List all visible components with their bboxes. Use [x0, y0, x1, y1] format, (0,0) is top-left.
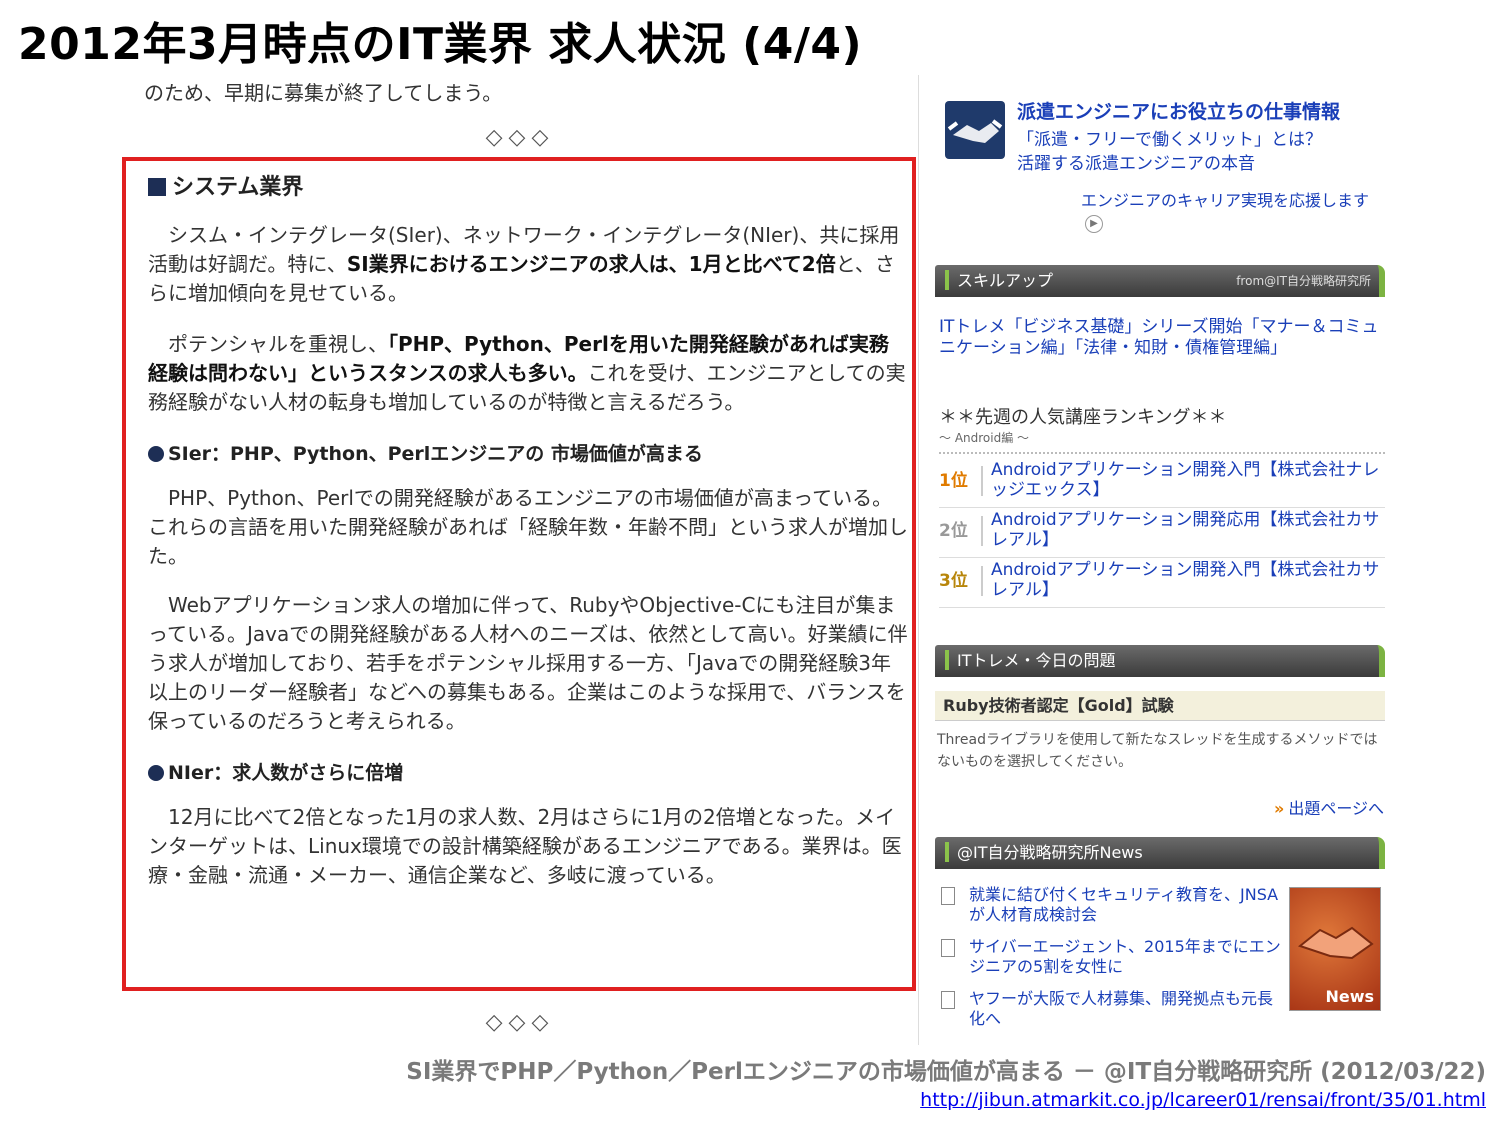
news-item[interactable]: ヤフーが大阪で人材募集、開発拠点も元長化へ	[941, 989, 1281, 1029]
p2-text-a: ポテンシャルを重視し、	[168, 332, 388, 356]
quiz-title: ITトレメ・今日の問題	[957, 651, 1116, 670]
quiz-link[interactable]: » 出題ページへ	[1274, 795, 1384, 819]
section-heading: システム業界	[148, 171, 908, 211]
paragraph-5: 12月に比べて2倍となった1月の求人数、2月はさらに1月の2倍増となった。メイン…	[148, 805, 902, 887]
promo-link-1[interactable]: 「派遣・フリーで働くメリット」とは？	[1017, 125, 1322, 150]
subheading-sier: SIer：PHP、Python、Perlエンジニアの 市場価値が高まる	[148, 439, 908, 466]
section-title: システム業界	[172, 175, 304, 200]
double-chevron-icon: »	[1273, 799, 1285, 818]
news-link[interactable]: 就業に結び付くセキュリティ教育を、JNSAが人材育成検討会	[969, 885, 1278, 924]
ranking-title: ＊＊先週の人気講座ランキング＊＊	[939, 407, 1227, 428]
quiz-link-text: 出題ページへ	[1288, 799, 1384, 818]
document-icon	[941, 939, 955, 957]
slide-title: 2012年3月時点のIT業界 求人状況 (4/4)	[18, 19, 863, 70]
p1-bold: SI業界におけるエンジニアの求人は、1月と比べて2倍	[346, 252, 836, 276]
quiz-text: Threadライブラリを使用して新たなスレッドを生成するメソッドではないものを選…	[937, 732, 1378, 770]
news-header: @IT自分戦略研究所News	[935, 837, 1385, 869]
skillup-header: スキルアップ from@IT自分戦略研究所	[935, 265, 1385, 297]
news-handshake-image: News	[1289, 887, 1381, 1011]
circle-bullet-icon	[148, 446, 164, 462]
ranking-header: ＊＊先週の人気講座ランキング＊＊ ～ Android編 ～	[939, 403, 1385, 454]
circle-bullet-icon	[148, 765, 164, 781]
rank-position: 2位	[939, 516, 983, 546]
document-icon	[941, 991, 955, 1009]
skillup-title: スキルアップ	[957, 271, 1054, 290]
sidebar: 派遣エンジニアにお役立ちの仕事情報 「派遣・フリーで働くメリット」とは？ 活躍す…	[918, 75, 1388, 1045]
paragraph-4: Webアプリケーション求人の増加に伴って、RubyやObjective-Cにも注…	[148, 593, 908, 733]
ranking-item[interactable]: 3位 Androidアプリケーション開発入門【株式会社カサレアル】	[939, 560, 1385, 608]
lead-line: のため、早期に募集が終了してしまう。	[144, 81, 503, 105]
handshake-icon	[945, 101, 1005, 159]
quiz-header: ITトレメ・今日の問題	[935, 645, 1385, 677]
subheading-nier-text: NIer：求人数がさらに倍増	[168, 762, 404, 784]
ranking-item[interactable]: 2位 Androidアプリケーション開発応用【株式会社カサレアル】	[939, 510, 1385, 558]
skillup-source: from@IT自分戦略研究所	[1236, 274, 1371, 288]
paragraph-3: PHP、Python、Perlでの開発経験があるエンジニアの市場価値が高まってい…	[148, 486, 908, 568]
news-link[interactable]: ヤフーが大阪で人材募集、開発拠点も元長化へ	[969, 989, 1273, 1028]
source-url-link[interactable]: http://jibun.atmarkit.co.jp/lcareer01/re…	[920, 1089, 1486, 1111]
subheading-sier-text: SIer：PHP、Python、Perlエンジニアの 市場価値が高まる	[168, 443, 703, 465]
news-item[interactable]: サイバーエージェント、2015年までにエンジニアの5割を女性に	[941, 937, 1281, 977]
news-image-label: News	[1325, 987, 1374, 1006]
rank-link[interactable]: Androidアプリケーション開発応用【株式会社カサレアル】	[991, 510, 1381, 550]
paragraph-2: ポテンシャルを重視し、「PHP、Python、Perlを用いた開発経験があれば実…	[148, 330, 908, 417]
ranking-subtitle: ～ Android編 ～	[939, 431, 1030, 445]
promo-more-link[interactable]: エンジニアのキャリア実現を応援します ▶	[1081, 187, 1385, 233]
promo-title[interactable]: 派遣エンジニアにお役立ちの仕事情報	[1017, 97, 1340, 124]
separator-top: ◇◇◇	[485, 125, 555, 150]
promo-link-2[interactable]: 活躍する派遣エンジニアの本音	[1017, 149, 1255, 174]
skillup-link[interactable]: ITトレメ「ビジネス基礎」シリーズ開始「マナー＆コミュニケーション編」「法律・知…	[939, 317, 1379, 359]
rank-link[interactable]: Androidアプリケーション開発入門【株式会社カサレアル】	[991, 560, 1381, 600]
separator-bottom: ◇◇◇	[485, 1010, 555, 1035]
arrow-right-icon: ▶	[1085, 215, 1103, 233]
news-title: @IT自分戦略研究所News	[957, 843, 1143, 862]
promo-more-text: エンジニアのキャリア実現を応援します	[1081, 191, 1370, 210]
square-bullet-icon	[148, 178, 166, 196]
article-screenshot: のため、早期に募集が終了してしまう。 ◇◇◇ システム業界 シスム・インテグレー…	[120, 75, 920, 1045]
subheading-nier: NIer：求人数がさらに倍増	[148, 758, 908, 785]
rank-position: 1位	[939, 466, 983, 496]
document-icon	[941, 887, 955, 905]
highlight-content: システム業界 シスム・インテグレータ(SIer)、ネットワーク・インテグレータ(…	[148, 171, 908, 890]
rank-link[interactable]: Androidアプリケーション開発入門【株式会社ナレッジエックス】	[991, 460, 1381, 500]
handshake-icon	[1297, 926, 1374, 960]
highlight-box: システム業界 シスム・インテグレータ(SIer)、ネットワーク・インテグレータ(…	[122, 157, 916, 991]
news-link[interactable]: サイバーエージェント、2015年までにエンジニアの5割を女性に	[969, 937, 1281, 976]
rank-position: 3位	[939, 566, 983, 596]
ranking-item[interactable]: 1位 Androidアプリケーション開発入門【株式会社ナレッジエックス】	[939, 460, 1385, 508]
news-item[interactable]: 就業に結び付くセキュリティ教育を、JNSAが人材育成検討会	[941, 885, 1281, 925]
quiz-question[interactable]: Ruby技術者認定【Gold】試験	[935, 691, 1385, 721]
paragraph-1: シスム・インテグレータ(SIer)、ネットワーク・インテグレータ(NIer)、共…	[148, 221, 908, 308]
source-caption: SI業界でPHP／Python／Perlエンジニアの市場価値が高まる － @IT…	[406, 1059, 1486, 1085]
